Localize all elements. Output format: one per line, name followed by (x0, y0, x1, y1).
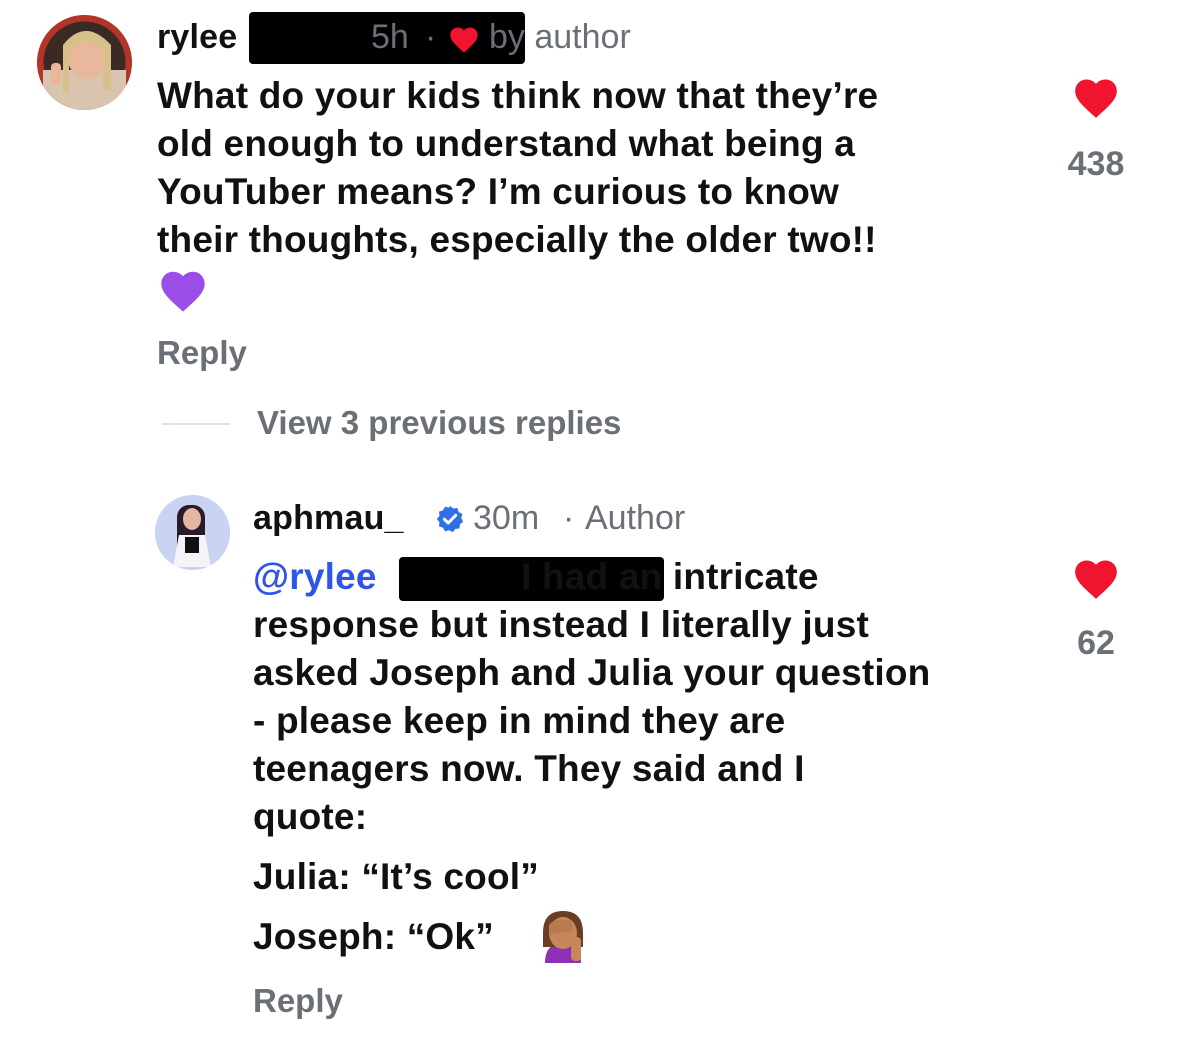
liked-by-author-label: by author (489, 18, 631, 56)
avatar[interactable] (155, 495, 230, 570)
view-previous-replies-button[interactable]: View 3 previous replies (257, 404, 621, 442)
reply-body: @rylee I had an intricate response but i… (253, 553, 1053, 969)
facepalm-emoji (535, 907, 591, 963)
reply-line: - please keep in mind they are (253, 700, 786, 741)
reply-button[interactable]: Reply (253, 982, 343, 1020)
avatar-image (155, 495, 230, 570)
reply-line: I had an intricate (521, 556, 819, 597)
username[interactable]: rylee (157, 18, 237, 57)
reply-first-line: @rylee I had an intricate (253, 553, 1053, 601)
facepalm-icon (543, 911, 583, 963)
separator: · (563, 499, 575, 537)
purple-heart-emoji (157, 266, 213, 322)
comment-line: old enough to understand what being a (157, 123, 856, 164)
like-heart-icon[interactable] (1071, 74, 1121, 120)
reply-button[interactable]: Reply (157, 334, 247, 372)
timestamp: 30m (473, 499, 540, 537)
purple-heart-icon (161, 271, 205, 312)
reply-line: teenagers now. They said and I (253, 748, 805, 789)
heart-icon (450, 27, 478, 53)
reply-line: quote: (253, 796, 368, 837)
timestamp: 5h (371, 18, 409, 56)
author-label: Author (585, 499, 686, 537)
avatar[interactable] (37, 15, 132, 110)
comment-body: What do your kids think now that they’re… (157, 72, 1037, 322)
mention-link[interactable]: @rylee (253, 556, 377, 597)
comment-line: YouTuber means? I’m curious to know (157, 171, 839, 212)
username[interactable]: aphmau_ (253, 499, 404, 538)
reply-line: response but instead I literally just (253, 604, 870, 645)
replies-divider (162, 423, 230, 425)
comment-line: What do your kids think now that they’re (157, 75, 879, 116)
reply-line: asked Joseph and Julia your question (253, 652, 931, 693)
avatar-image (37, 15, 132, 110)
julia-quote: Julia: “It’s cool” (253, 856, 539, 897)
separator: · (425, 18, 437, 56)
comment-line: their thoughts, especially the older two… (157, 219, 877, 260)
verified-badge-icon (436, 505, 464, 533)
joseph-quote-line: Joseph: “Ok” (253, 911, 1053, 969)
like-count: 438 (1067, 145, 1125, 183)
like-count: 62 (1077, 624, 1115, 662)
reply-header: aphmau_ 30m · Author (253, 497, 953, 541)
comment-header: rylee 5h · by author (157, 12, 857, 64)
joseph-quote: Joseph: “Ok” (253, 916, 494, 957)
like-heart-icon[interactable] (1071, 555, 1121, 601)
